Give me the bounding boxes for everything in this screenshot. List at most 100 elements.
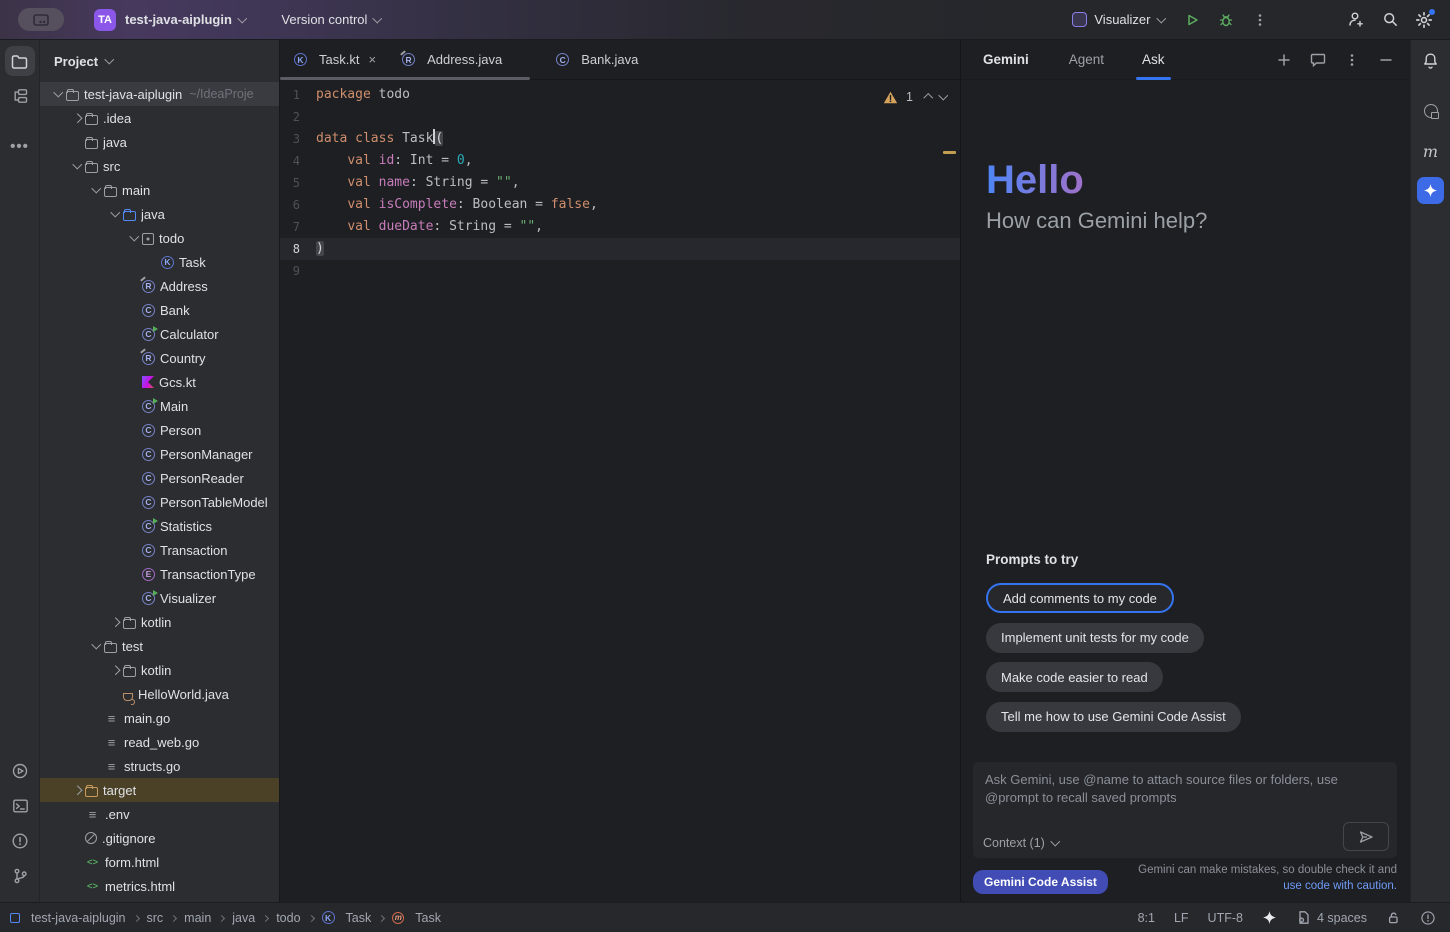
tree-item-target[interactable]: target xyxy=(40,778,279,802)
code-editor[interactable]: 1package todo23data class Task(4 val id:… xyxy=(280,84,960,282)
tree-item-java[interactable]: java xyxy=(40,130,279,154)
tree-item-country[interactable]: RCountry xyxy=(40,346,279,370)
tree-item-src[interactable]: src xyxy=(40,154,279,178)
code-line-5[interactable]: 5 val name: String = "", xyxy=(280,172,960,194)
tree-item-main[interactable]: CMain xyxy=(40,394,279,418)
code-with-me-button[interactable] xyxy=(1342,6,1370,34)
project-panel-header[interactable]: Project xyxy=(40,40,279,82)
tree-item-gcs-kt[interactable]: Gcs.kt xyxy=(40,370,279,394)
editor-tab-task-kt[interactable]: KTask.kt× xyxy=(280,40,388,80)
tree-chevron-icon[interactable] xyxy=(88,188,104,192)
tree-item-helloworld-java[interactable]: HelloWorld.java xyxy=(40,682,279,706)
gemini-input[interactable] xyxy=(973,762,1397,824)
tree-item-calculator[interactable]: CCalculator xyxy=(40,322,279,346)
breadcrumb-task-5[interactable]: KTask xyxy=(322,911,372,925)
tree-item-test-java-aiplugin[interactable]: test-java-aiplugin~/IdeaProje xyxy=(40,82,279,106)
tree-item-transactiontype[interactable]: ETransactionType xyxy=(40,562,279,586)
tree-chevron-icon[interactable] xyxy=(69,787,85,794)
settings-button[interactable] xyxy=(1410,6,1438,34)
tree-item-kotlin[interactable]: kotlin xyxy=(40,610,279,634)
tree-item-persontablemodel[interactable]: CPersonTableModel xyxy=(40,490,279,514)
breadcrumb-test-java-aiplugin[interactable]: test-java-aiplugin xyxy=(10,911,126,925)
git-tool-button[interactable] xyxy=(5,861,35,891)
services-tool-button[interactable] xyxy=(5,756,35,786)
gemini-more-button[interactable] xyxy=(1338,46,1366,74)
tree-chevron-icon[interactable] xyxy=(107,619,123,626)
file-lock-toggle[interactable] xyxy=(1386,910,1401,925)
run-button[interactable] xyxy=(1178,6,1206,34)
gemini-status-button[interactable] xyxy=(1262,910,1277,925)
tree-item-kotlin[interactable]: kotlin xyxy=(40,658,279,682)
notifications-status-button[interactable] xyxy=(1420,910,1436,926)
more-actions-button[interactable] xyxy=(1246,6,1274,34)
maven-tool-button[interactable]: m xyxy=(1411,142,1450,161)
run-configuration-selector[interactable]: Visualizer xyxy=(1072,12,1164,27)
notifications-button[interactable] xyxy=(1416,46,1446,76)
tree-chevron-icon[interactable] xyxy=(126,236,142,240)
file-encoding[interactable]: UTF-8 xyxy=(1208,911,1243,925)
code-line-2[interactable]: 2 xyxy=(280,106,960,128)
structure-tool-button[interactable] xyxy=(5,81,35,111)
tab-scrollbar[interactable] xyxy=(280,77,530,80)
debug-button[interactable] xyxy=(1212,6,1240,34)
tab-ask[interactable]: Ask xyxy=(1142,40,1165,80)
tree-item-task[interactable]: KTask xyxy=(40,250,279,274)
code-line-9[interactable]: 9 xyxy=(280,260,960,282)
editor[interactable]: KTask.kt×RAddress.javaCBank.java 1 1pack… xyxy=(280,40,960,902)
tree-item-structs-go[interactable]: ≡structs.go xyxy=(40,754,279,778)
tree-chevron-icon[interactable] xyxy=(69,115,85,122)
problems-tool-button[interactable] xyxy=(5,826,35,856)
tree-item-test[interactable]: test xyxy=(40,634,279,658)
line-separator[interactable]: LF xyxy=(1174,911,1189,925)
tree-item-env[interactable]: ≡.env xyxy=(40,802,279,826)
tree-chevron-icon[interactable] xyxy=(107,212,123,216)
context-selector[interactable]: Context (1) xyxy=(983,836,1058,850)
indent-setting[interactable]: 4 spaces xyxy=(1296,910,1367,925)
code-line-3[interactable]: 3data class Task( xyxy=(280,128,960,150)
version-control-menu[interactable]: Version control xyxy=(281,12,381,27)
tree-item-statistics[interactable]: CStatistics xyxy=(40,514,279,538)
editor-tab-address-java[interactable]: RAddress.java xyxy=(388,40,514,80)
breadcrumb-java-3[interactable]: java xyxy=(232,911,255,925)
prompt-chip-add-comments-to-my-code[interactable]: Add comments to my code xyxy=(986,583,1174,613)
close-tab-icon[interactable]: × xyxy=(368,52,376,67)
tree-item-java[interactable]: java xyxy=(40,202,279,226)
editor-tab-bank-java[interactable]: CBank.java xyxy=(542,40,650,80)
send-button[interactable] xyxy=(1343,822,1389,851)
tree-item-main[interactable]: main xyxy=(40,178,279,202)
tree-chevron-icon[interactable] xyxy=(50,92,66,96)
tree-item-transaction[interactable]: CTransaction xyxy=(40,538,279,562)
prompt-chip-make-code-easier-to-read[interactable]: Make code easier to read xyxy=(986,662,1163,692)
tree-item-bank[interactable]: CBank xyxy=(40,298,279,322)
terminal-tool-button[interactable] xyxy=(5,791,35,821)
caret-position[interactable]: 8:1 xyxy=(1138,911,1155,925)
prompt-chip-implement-unit-tests-for-my-code[interactable]: Implement unit tests for my code xyxy=(986,623,1204,653)
tree-item-personreader[interactable]: CPersonReader xyxy=(40,466,279,490)
caution-link[interactable]: use code with caution. xyxy=(1283,880,1397,892)
breadcrumb-task-6[interactable]: mTask xyxy=(392,911,441,925)
tab-agent[interactable]: Agent xyxy=(1069,40,1104,80)
breadcrumb-main-2[interactable]: main xyxy=(184,911,211,925)
tree-item-gitignore[interactable]: .gitignore xyxy=(40,826,279,850)
tree-item-read-web-go[interactable]: ≡read_web.go xyxy=(40,730,279,754)
window-controls-button[interactable] xyxy=(18,8,64,31)
tree-chevron-icon[interactable] xyxy=(88,644,104,648)
code-line-8[interactable]: 8) xyxy=(280,238,960,260)
chat-history-button[interactable] xyxy=(1304,46,1332,74)
tree-item-person[interactable]: CPerson xyxy=(40,418,279,442)
code-line-1[interactable]: 1package todo xyxy=(280,84,960,106)
search-everywhere-button[interactable] xyxy=(1376,6,1404,34)
tree-item-form-html[interactable]: <>form.html xyxy=(40,850,279,874)
breadcrumb-src-1[interactable]: src xyxy=(147,911,164,925)
gemini-tool-button[interactable] xyxy=(1417,177,1444,204)
tree-item-main-go[interactable]: ≡main.go xyxy=(40,706,279,730)
ai-assistant-tool-button[interactable] xyxy=(1416,96,1446,126)
tree-item-visualizer[interactable]: CVisualizer xyxy=(40,586,279,610)
tree-item-personmanager[interactable]: CPersonManager xyxy=(40,442,279,466)
code-line-6[interactable]: 6 val isComplete: Boolean = false, xyxy=(280,194,960,216)
tree-item-metrics-html[interactable]: <>metrics.html xyxy=(40,874,279,898)
new-chat-button[interactable] xyxy=(1270,46,1298,74)
breadcrumb-todo-4[interactable]: todo xyxy=(276,911,300,925)
project-tool-button[interactable] xyxy=(5,46,35,76)
tree-item-idea[interactable]: .idea xyxy=(40,106,279,130)
